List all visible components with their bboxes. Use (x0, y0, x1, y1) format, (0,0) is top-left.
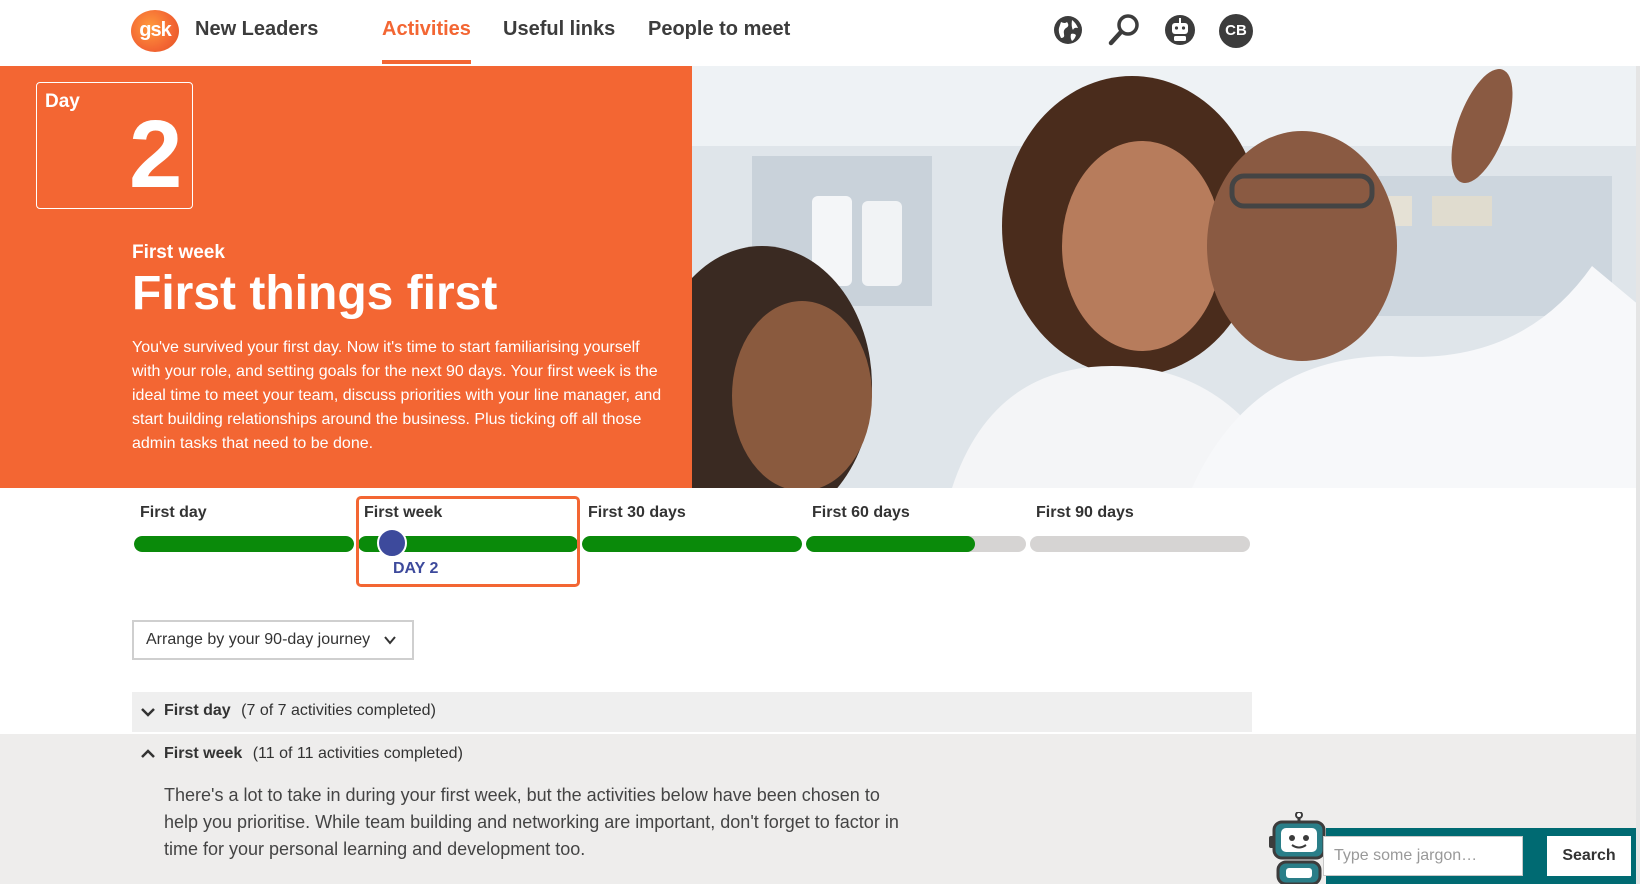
arrange-selected-value: Arrange by your 90-day journey (146, 631, 371, 648)
phase-first-day[interactable]: First day (132, 496, 356, 591)
hero-title: First things first (132, 267, 498, 320)
phase-first-30-days[interactable]: First 30 days (580, 496, 804, 591)
day-counter-box: Day 2 (36, 82, 193, 209)
phase-label: First 60 days (812, 504, 910, 521)
accordion-first-week-text: There's a lot to take in during your fir… (164, 785, 899, 859)
accordion-title: First day (164, 702, 231, 719)
phase-first-60-days[interactable]: First 60 days (804, 496, 1028, 591)
hero-subtitle: First week (132, 242, 225, 263)
nav-activities[interactable]: Activities (382, 18, 471, 41)
search-icon[interactable] (1106, 12, 1142, 48)
nav-people-to-meet[interactable]: People to meet (648, 18, 790, 41)
phase-progress-fill (134, 536, 354, 552)
phase-progress-track (806, 536, 1026, 552)
accordion-count: (11 of 11 activities completed) (252, 745, 463, 762)
page-scrollbar[interactable] (1636, 66, 1640, 884)
phase-progress-track (1030, 536, 1250, 552)
hero-lab-photo (692, 66, 1640, 488)
accordion-title: First week (164, 745, 243, 762)
phase-progress-fill (806, 536, 976, 552)
phase-progress-fill (582, 536, 802, 552)
phase-progress-track (582, 536, 802, 552)
day-label: Day (45, 91, 80, 112)
top-header: gsk New Leaders Activities Useful links … (0, 0, 1640, 66)
phase-label: First 90 days (1036, 504, 1134, 521)
phase-label: First 30 days (588, 504, 686, 521)
accordion-count: (7 of 7 activities completed) (241, 702, 436, 719)
jargon-search-button[interactable]: Search (1547, 836, 1631, 876)
hero-description: You've survived your first day. Now it's… (132, 339, 662, 452)
chevron-up-icon (140, 746, 156, 767)
gsk-logo[interactable]: gsk (131, 10, 179, 52)
robot-icon[interactable] (1162, 12, 1198, 48)
accordion-first-week[interactable]: First week (11 of 11 activities complete… (132, 734, 1252, 774)
user-avatar[interactable]: CB (1219, 14, 1253, 48)
phase-first-90-days[interactable]: First 90 days (1028, 496, 1252, 591)
chevron-down-icon (140, 704, 156, 725)
phase-progress-track (134, 536, 354, 552)
hero-panel: Day 2 First week First things first You'… (0, 66, 692, 488)
nav-useful-links[interactable]: Useful links (503, 18, 615, 41)
accordion-first-day[interactable]: First day (7 of 7 activities completed) (132, 692, 1252, 732)
chevron-down-icon (382, 632, 398, 653)
jargon-search-input[interactable] (1323, 836, 1523, 876)
journey-timeline: First day First week First 30 days First… (132, 496, 1252, 591)
day-number: 2 (129, 101, 183, 208)
nav-active-underline (382, 60, 471, 64)
globe-icon[interactable] (1050, 12, 1086, 48)
current-day-label: DAY 2 (393, 560, 439, 577)
current-day-marker (377, 528, 407, 558)
arrange-select[interactable]: Arrange by your 90-day journey (132, 620, 414, 660)
app-title[interactable]: New Leaders (195, 18, 318, 41)
phase-label: First day (140, 504, 207, 521)
phase-label: First week (364, 504, 443, 521)
